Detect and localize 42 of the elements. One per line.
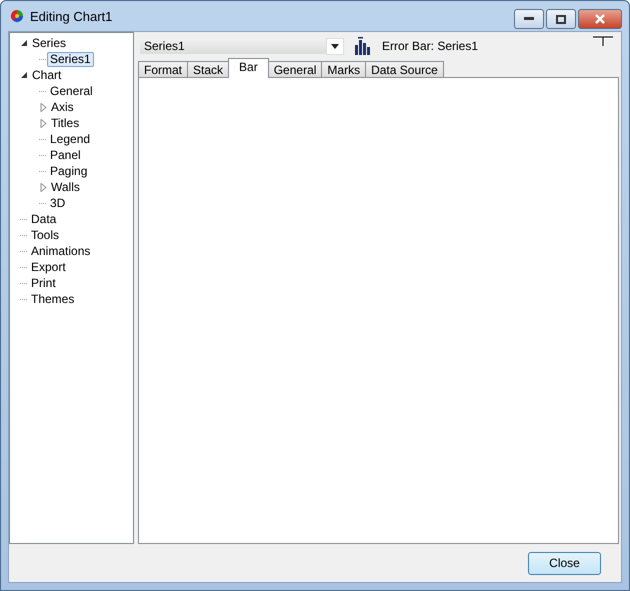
tab[interactable]: Bar xyxy=(228,58,269,78)
tree-item[interactable]: Axis xyxy=(48,100,77,114)
close-icon xyxy=(594,14,606,24)
tree-item[interactable]: Tools xyxy=(28,228,62,242)
window-title: Editing Chart1 xyxy=(30,8,112,24)
tab[interactable]: Marks xyxy=(321,61,366,78)
close-button[interactable] xyxy=(578,9,622,29)
tree-item[interactable]: 3D xyxy=(47,196,68,210)
tree-item[interactable]: Export xyxy=(28,260,69,274)
expand-icon[interactable] xyxy=(39,182,48,192)
series-caption: Error Bar: Series1 xyxy=(382,39,478,53)
pin-icon[interactable] xyxy=(593,36,613,46)
tab[interactable]: General xyxy=(268,61,322,78)
minimize-button[interactable] xyxy=(514,9,544,29)
tree-item[interactable]: Titles xyxy=(48,116,82,130)
tree-item[interactable]: Themes xyxy=(28,292,78,306)
collapse-icon[interactable] xyxy=(20,38,29,48)
bar-chart-icon xyxy=(354,37,372,55)
collapse-icon[interactable] xyxy=(20,70,29,80)
tree-item[interactable]: Series1 xyxy=(47,52,94,66)
app-icon xyxy=(10,9,24,23)
tree-item[interactable]: Panel xyxy=(47,148,84,162)
close-dialog-button[interactable]: Close xyxy=(528,552,601,574)
tree-item[interactable]: Paging xyxy=(47,164,90,178)
tree-item[interactable]: Animations xyxy=(28,244,94,258)
tree-item[interactable]: General xyxy=(47,84,96,98)
maximize-button[interactable] xyxy=(546,9,576,29)
tree-item[interactable]: Data xyxy=(28,212,60,226)
expand-icon[interactable] xyxy=(39,118,48,128)
tree-item[interactable]: Legend xyxy=(47,132,94,146)
dropdown-arrow-icon xyxy=(331,44,339,48)
tree-item[interactable]: Walls xyxy=(48,180,83,194)
tab[interactable]: Stack xyxy=(187,61,230,78)
expand-icon[interactable] xyxy=(39,102,48,112)
tree-item[interactable]: Series xyxy=(29,36,70,50)
tree-item[interactable]: Chart xyxy=(29,68,64,82)
minimize-icon xyxy=(524,17,534,21)
tab[interactable]: Data Source xyxy=(365,61,444,78)
maximize-icon xyxy=(556,14,566,24)
series-dropdown[interactable]: Series1 xyxy=(140,38,344,54)
tab[interactable]: Format xyxy=(138,61,188,78)
tree-item[interactable]: Print xyxy=(28,276,59,290)
